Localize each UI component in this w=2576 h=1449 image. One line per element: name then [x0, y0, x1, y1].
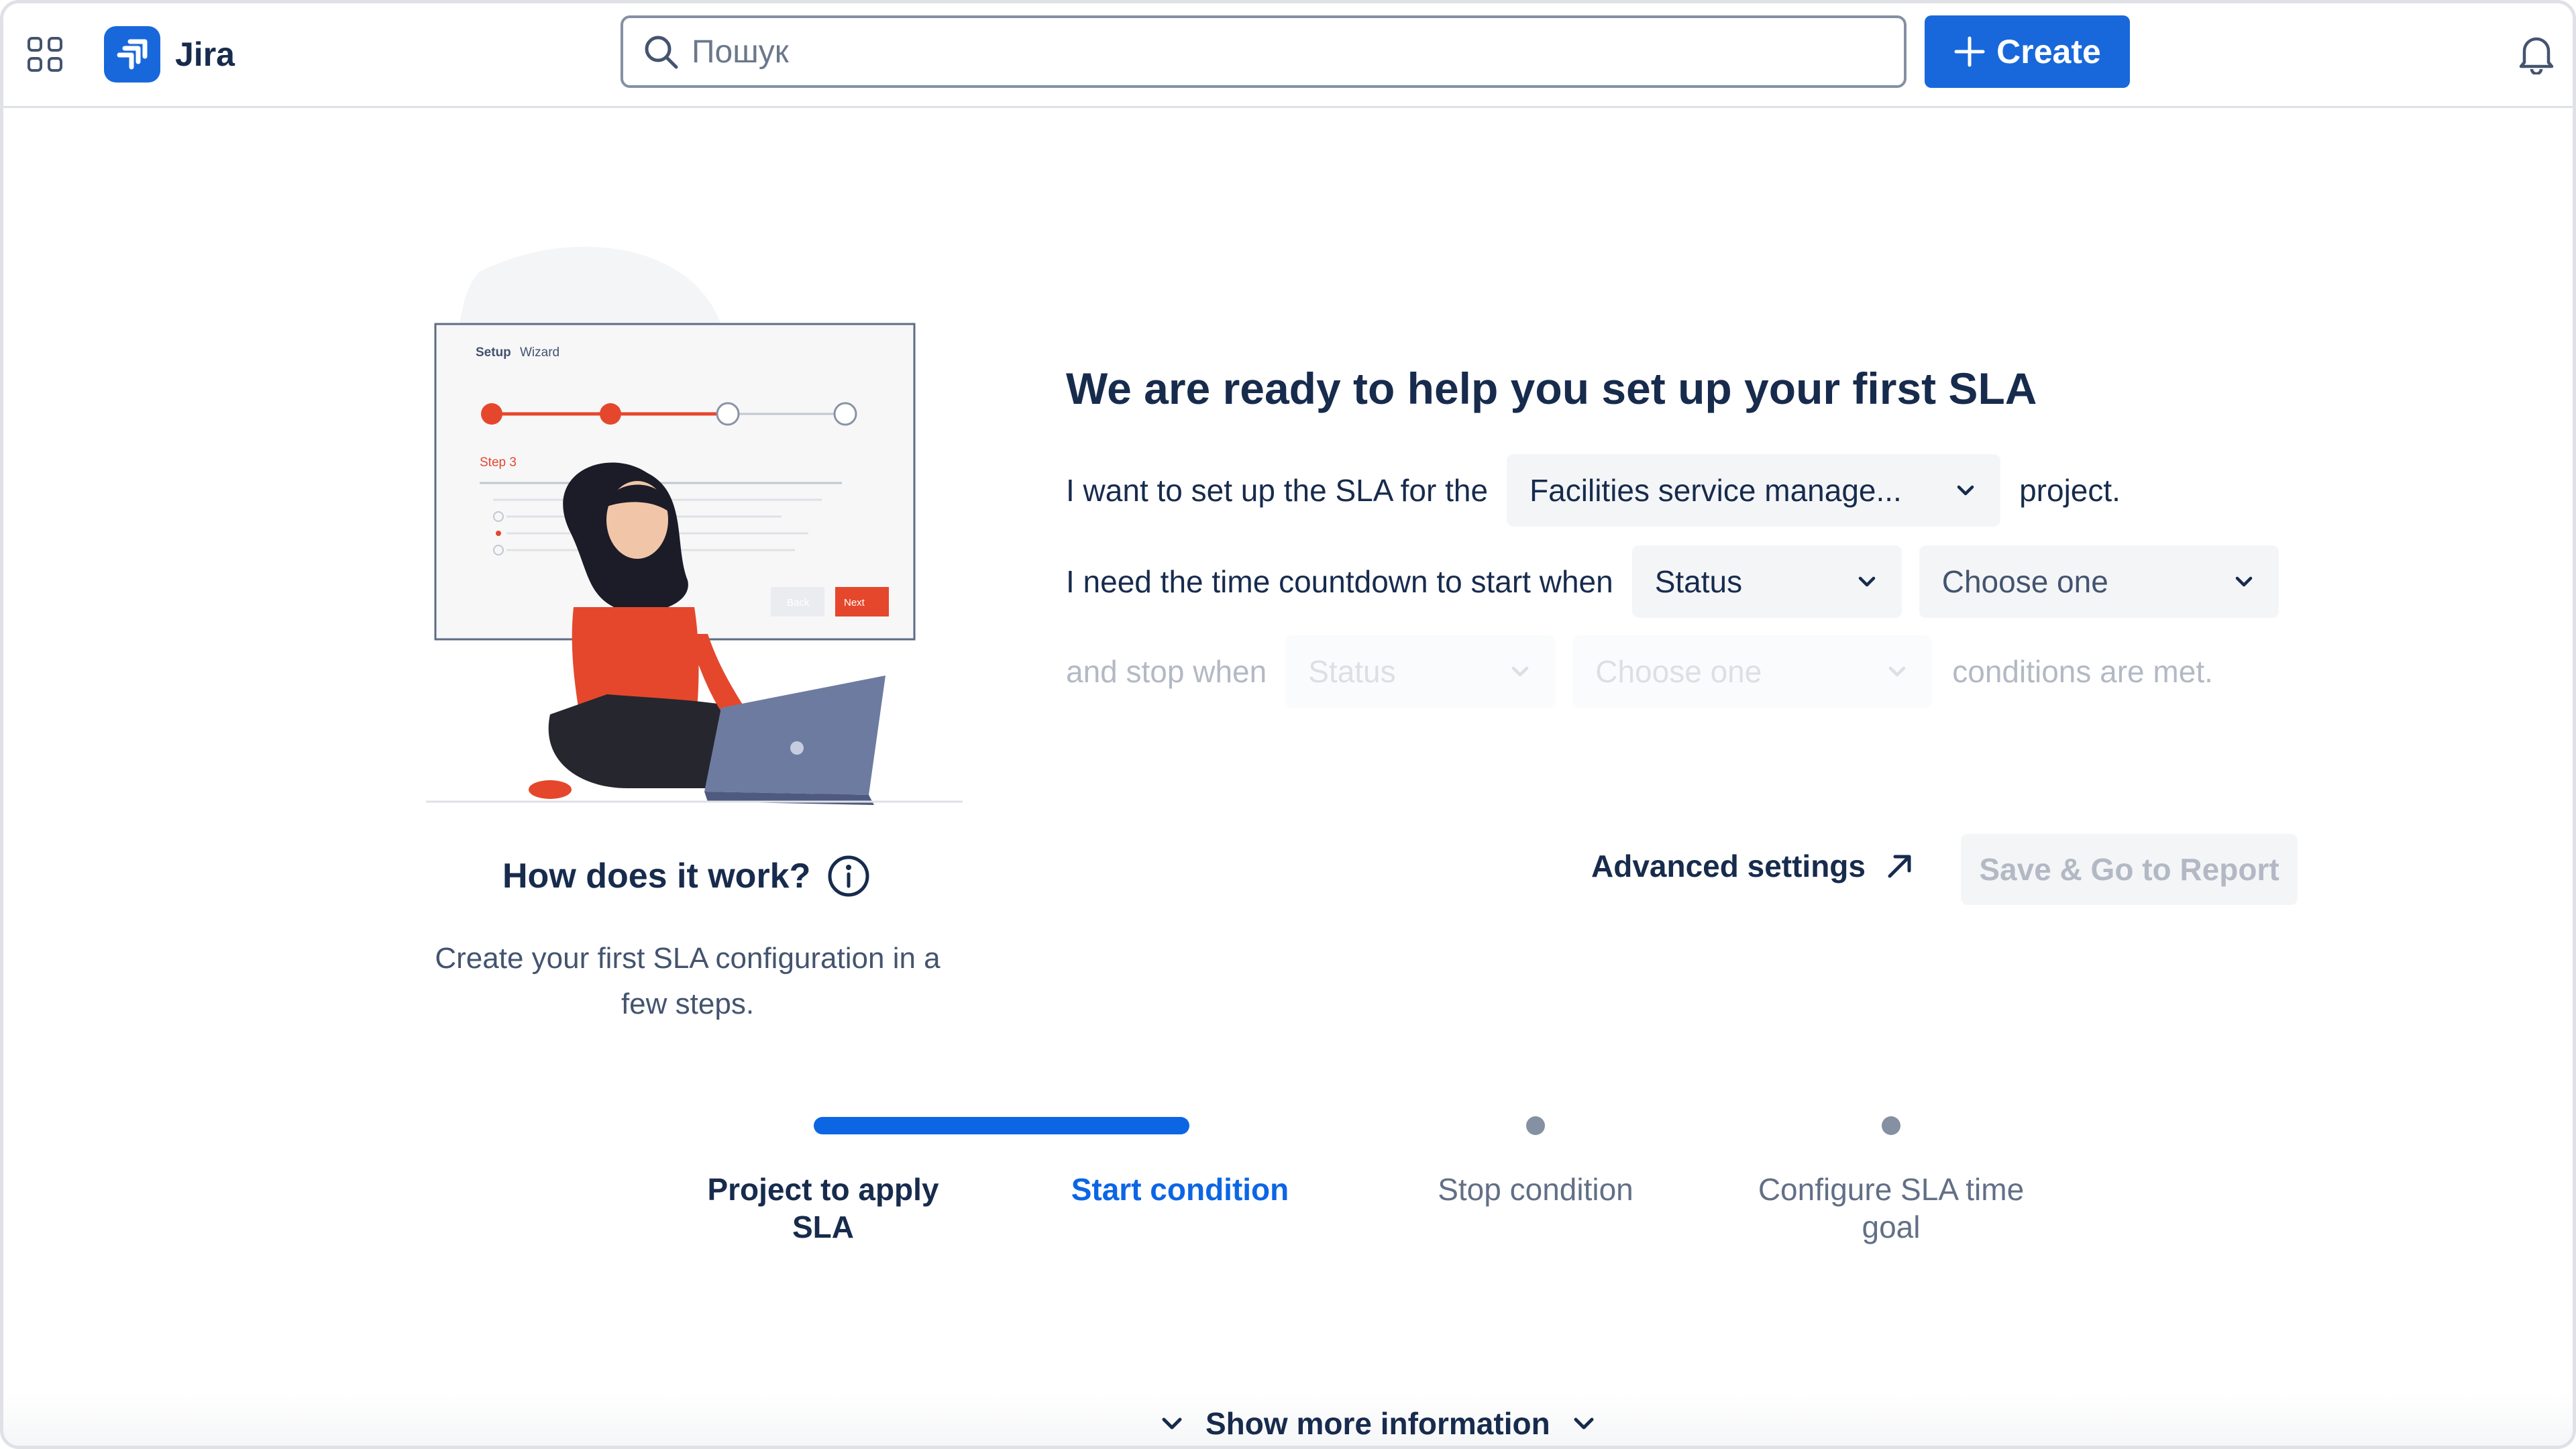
chevron-down-icon: [2235, 576, 2252, 587]
how-it-works: How does it work?: [502, 854, 871, 898]
chevron-down-icon: [1574, 1417, 1594, 1430]
stop-condition-select: Choose one: [1572, 635, 1933, 708]
start-row-prefix: I need the time countdown to start when: [1066, 564, 1613, 599]
chevron-down-icon: [1957, 485, 1974, 496]
step-dot-configure-goal: [1882, 1116, 1900, 1135]
save-go-to-report-button[interactable]: Save & Go to Report: [1961, 834, 2298, 905]
step-project-to-apply[interactable]: Project to apply SLA: [682, 1171, 964, 1246]
start-field-value: Status: [1654, 564, 1743, 599]
start-field-select[interactable]: Status: [1631, 545, 1902, 618]
stepper-progress-bar: [814, 1117, 1189, 1134]
wizard-step-label: Step 3: [480, 455, 517, 470]
how-it-works-description: Create your first SLA configuration in a…: [435, 942, 941, 1020]
step-stop-condition: Stop condition: [1438, 1172, 1633, 1207]
arrow-up-right-icon: [1888, 855, 1911, 878]
project-row-prefix: I want to set up the SLA for the: [1066, 473, 1489, 508]
start-condition-select[interactable]: Choose one: [1919, 545, 2279, 618]
chevron-down-icon: [1858, 576, 1875, 587]
advanced-settings-link[interactable]: Advanced settings: [1591, 838, 1915, 894]
wizard-back-button: Back: [787, 597, 810, 608]
notifications-bell-icon[interactable]: [2516, 33, 2557, 74]
step-configure-sla-goal: Configure SLA time goal: [1758, 1172, 2025, 1244]
info-icon[interactable]: [826, 854, 871, 898]
how-it-works-title: How does it work?: [502, 857, 811, 896]
jira-logo-icon: [104, 26, 160, 83]
stop-row-prefix: and stop when: [1066, 654, 1267, 689]
advanced-settings-label: Advanced settings: [1591, 849, 1866, 883]
jira-logo[interactable]: Jira: [104, 26, 235, 83]
chevron-down-icon: [1511, 666, 1529, 677]
stop-field-select: Status: [1285, 635, 1556, 708]
create-button-label: Create: [1996, 33, 2101, 70]
stop-condition-placeholder: Choose one: [1595, 654, 1762, 689]
search-input[interactable]: [692, 33, 1832, 70]
top-navigation: Jira Create: [3, 3, 2573, 108]
create-button[interactable]: Create: [1925, 15, 2130, 88]
start-condition-placeholder: Choose one: [1941, 564, 2108, 599]
stop-condition-row: and stop when Status Choose one conditio…: [1066, 635, 2213, 708]
plus-icon: [1954, 36, 1985, 67]
search-box[interactable]: [621, 15, 1907, 88]
step-start-condition[interactable]: Start condition: [1039, 1171, 1321, 1208]
wizard-title-bold: Setup: [476, 345, 511, 360]
show-more-label: Show more information: [1205, 1406, 1550, 1441]
start-condition-row: I need the time countdown to start when …: [1066, 545, 2279, 618]
search-icon: [645, 36, 678, 69]
project-select-value: Facilities service manage...: [1529, 473, 1902, 508]
chevron-down-icon: [1888, 666, 1906, 677]
project-row: I want to set up the SLA for the Facilit…: [1066, 454, 2121, 527]
step-dot-stop-condition: [1526, 1116, 1545, 1135]
app-switcher-icon[interactable]: [26, 36, 64, 73]
setup-wizard-illustration: Setup Wizard Step 3 Back Next: [426, 246, 963, 805]
app-window: Jira Create Setup Wizard: [0, 0, 2576, 1449]
wizard-title: Wizard: [520, 345, 559, 360]
chevron-down-icon: [1162, 1417, 1182, 1430]
show-more-information-toggle[interactable]: Show more information: [1157, 1400, 1599, 1446]
page-heading: We are ready to help you set up your fir…: [1066, 364, 2037, 413]
stop-row-suffix: conditions are met.: [1952, 654, 2213, 689]
stop-field-value: Status: [1308, 654, 1396, 689]
project-select[interactable]: Facilities service manage...: [1507, 454, 2001, 527]
wizard-next-button: Next: [844, 597, 865, 608]
app-name: Jira: [175, 36, 235, 73]
project-row-suffix: project.: [2019, 473, 2121, 508]
